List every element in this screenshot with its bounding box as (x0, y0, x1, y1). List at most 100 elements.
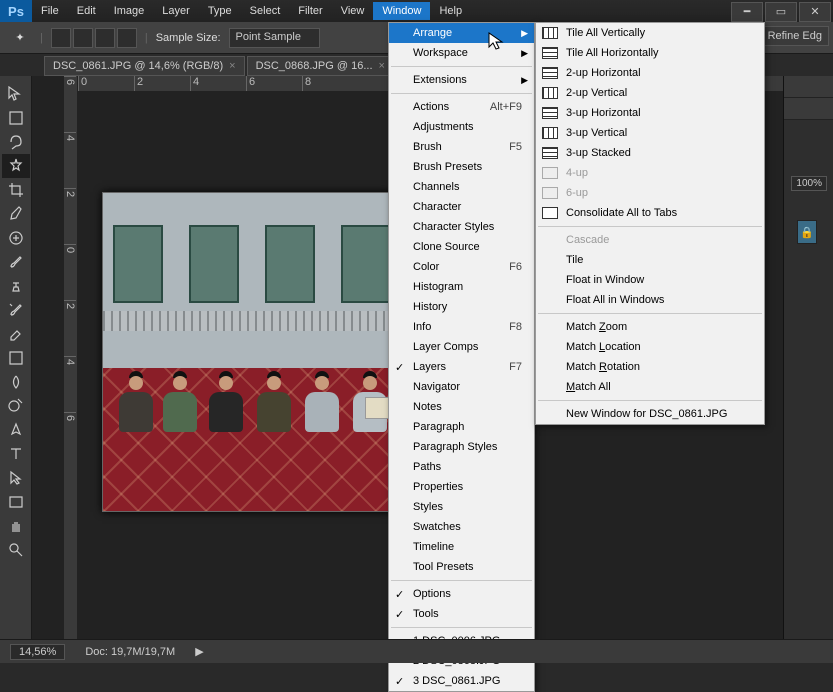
menu-item-tile-all-vertically[interactable]: Tile All Vertically (536, 23, 764, 43)
menu-item-paragraph[interactable]: Paragraph (389, 417, 534, 437)
menu-item-new-window-for-dsc-0861-jpg[interactable]: New Window for DSC_0861.JPG (536, 404, 764, 424)
menu-item-tile-all-horizontally[interactable]: Tile All Horizontally (536, 43, 764, 63)
menu-item-workspace[interactable]: Workspace▶ (389, 43, 534, 63)
menu-item-options[interactable]: ✓Options (389, 584, 534, 604)
shape-tool[interactable] (2, 490, 30, 514)
menu-item-3-up-stacked[interactable]: 3-up Stacked (536, 143, 764, 163)
current-tool-icon[interactable]: ✦ (8, 28, 32, 48)
menu-help[interactable]: Help (430, 2, 471, 20)
menu-item-styles[interactable]: Styles (389, 497, 534, 517)
document-canvas[interactable] (102, 192, 412, 512)
blur-tool[interactable] (2, 370, 30, 394)
menu-item-character-styles[interactable]: Character Styles (389, 217, 534, 237)
stamp-tool[interactable] (2, 274, 30, 298)
magic-wand-tool[interactable] (2, 154, 30, 178)
menu-item-3-dsc-0861-jpg[interactable]: ✓3 DSC_0861.JPG (389, 671, 534, 691)
menu-item-notes[interactable]: Notes (389, 397, 534, 417)
menu-file[interactable]: File (32, 2, 68, 20)
selection-new[interactable] (51, 28, 71, 48)
gradient-tool[interactable] (2, 346, 30, 370)
menu-item-2-up-horizontal[interactable]: 2-up Horizontal (536, 63, 764, 83)
menu-item-channels[interactable]: Channels (389, 177, 534, 197)
menu-item-adjustments[interactable]: Adjustments (389, 117, 534, 137)
window-controls: ━ ▭ ✕ (731, 1, 833, 22)
brush-tool[interactable] (2, 250, 30, 274)
menu-item-info[interactable]: InfoF8 (389, 317, 534, 337)
menu-item-2-up-vertical[interactable]: 2-up Vertical (536, 83, 764, 103)
menu-edit[interactable]: Edit (68, 2, 105, 20)
menu-layer[interactable]: Layer (153, 2, 199, 20)
menu-item-tools[interactable]: ✓Tools (389, 604, 534, 624)
menu-item-[interactable]: Match Location (536, 337, 764, 357)
menu-window[interactable]: Window (373, 2, 430, 20)
menu-item-character[interactable]: Character (389, 197, 534, 217)
document-tab[interactable]: DSC_0861.JPG @ 14,6% (RGB/8)× (44, 56, 245, 76)
crop-tool[interactable] (2, 178, 30, 202)
menu-item-[interactable]: Match All (536, 377, 764, 397)
selection-intersect[interactable] (117, 28, 137, 48)
menu-item-paragraph-styles[interactable]: Paragraph Styles (389, 437, 534, 457)
menu-item-navigator[interactable]: Navigator (389, 377, 534, 397)
eraser-tool[interactable] (2, 322, 30, 346)
path-select-tool[interactable] (2, 466, 30, 490)
menu-item-cascade: Cascade (536, 230, 764, 250)
marquee-tool[interactable] (2, 106, 30, 130)
ruler-vertical: 6420246 (64, 76, 78, 639)
close-tab-icon[interactable]: × (229, 60, 235, 72)
menu-item-layer-comps[interactable]: Layer Comps (389, 337, 534, 357)
menu-item-actions[interactable]: ActionsAlt+F9 (389, 97, 534, 117)
menu-item-paths[interactable]: Paths (389, 457, 534, 477)
menu-item-brush-presets[interactable]: Brush Presets (389, 157, 534, 177)
menu-item-extensions[interactable]: Extensions▶ (389, 70, 534, 90)
menu-item-[interactable]: Match Rotation (536, 357, 764, 377)
dodge-tool[interactable] (2, 394, 30, 418)
panel-tab[interactable] (784, 76, 833, 98)
menu-bar: FileEditImageLayerTypeSelectFilterViewWi… (32, 2, 471, 20)
refine-edge-button[interactable]: Refine Edg (761, 26, 829, 46)
menu-item-layers[interactable]: ✓LayersF7 (389, 357, 534, 377)
close-button[interactable]: ✕ (799, 2, 831, 22)
selection-add[interactable] (73, 28, 93, 48)
menu-item-history[interactable]: History (389, 297, 534, 317)
minimize-button[interactable]: ━ (731, 2, 763, 22)
menu-item-3-up-horizontal[interactable]: 3-up Horizontal (536, 103, 764, 123)
type-tool[interactable] (2, 442, 30, 466)
menu-item-timeline[interactable]: Timeline (389, 537, 534, 557)
menu-item-swatches[interactable]: Swatches (389, 517, 534, 537)
menu-item-tile[interactable]: Tile (536, 250, 764, 270)
menu-item-histogram[interactable]: Histogram (389, 277, 534, 297)
menu-item-float-in-window[interactable]: Float in Window (536, 270, 764, 290)
menu-item-float-all-in-windows[interactable]: Float All in Windows (536, 290, 764, 310)
menu-item-tool-presets[interactable]: Tool Presets (389, 557, 534, 577)
menu-item-properties[interactable]: Properties (389, 477, 534, 497)
menu-item-consolidate-all-to-tabs[interactable]: Consolidate All to Tabs (536, 203, 764, 223)
lock-icon[interactable]: 🔒 (797, 220, 817, 244)
menu-item-brush[interactable]: BrushF5 (389, 137, 534, 157)
menu-item-[interactable]: Match Zoom (536, 317, 764, 337)
history-brush-tool[interactable] (2, 298, 30, 322)
close-tab-icon[interactable]: × (379, 60, 385, 72)
document-tab[interactable]: DSC_0868.JPG @ 16...× (247, 56, 394, 76)
menu-filter[interactable]: Filter (289, 2, 331, 20)
status-arrow-icon[interactable]: ▶ (195, 645, 203, 658)
maximize-button[interactable]: ▭ (765, 2, 797, 22)
menu-item-3-up-vertical[interactable]: 3-up Vertical (536, 123, 764, 143)
move-tool[interactable] (2, 82, 30, 106)
hand-tool[interactable] (2, 514, 30, 538)
eyedropper-tool[interactable] (2, 202, 30, 226)
zoom-level[interactable]: 14,56% (10, 644, 65, 660)
panel-tab[interactable] (784, 98, 833, 120)
menu-item-arrange[interactable]: Arrange▶ (389, 23, 534, 43)
menu-item-color[interactable]: ColorF6 (389, 257, 534, 277)
menu-item-clone-source[interactable]: Clone Source (389, 237, 534, 257)
pen-tool[interactable] (2, 418, 30, 442)
selection-subtract[interactable] (95, 28, 115, 48)
menu-select[interactable]: Select (241, 2, 290, 20)
lasso-tool[interactable] (2, 130, 30, 154)
zoom-tool[interactable] (2, 538, 30, 562)
menu-type[interactable]: Type (199, 2, 241, 20)
spot-heal-tool[interactable] (2, 226, 30, 250)
menu-view[interactable]: View (332, 2, 374, 20)
sample-size-select[interactable]: Point Sample (229, 28, 320, 48)
menu-image[interactable]: Image (105, 2, 154, 20)
